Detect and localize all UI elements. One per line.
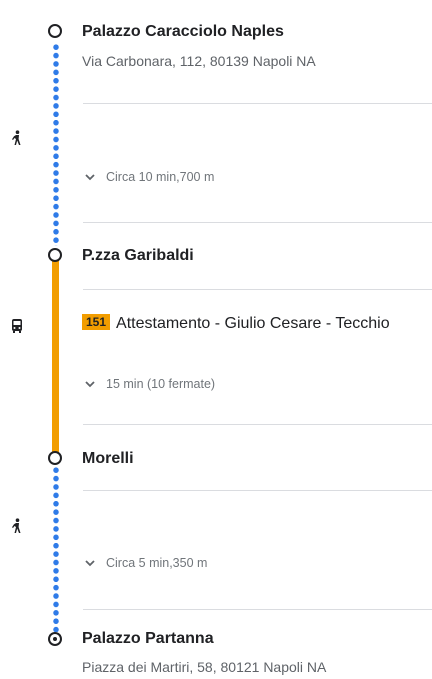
chevron-down-icon (85, 174, 95, 181)
separator (83, 490, 432, 491)
alight-stop-title[interactable]: Morelli (82, 450, 134, 468)
bus-detail: 15 min (10 fermate) (106, 377, 216, 391)
walk2-detail: Circa 5 min,350 m (106, 556, 208, 570)
chevron-down-icon (85, 560, 95, 567)
bus-expand[interactable]: 15 min (10 fermate) (84, 377, 215, 391)
walk1-expand[interactable]: Circa 10 min,700 m (84, 170, 214, 184)
start-title[interactable]: Palazzo Caracciolo Naples (82, 23, 284, 41)
start-stop-marker (48, 24, 62, 38)
board-stop-title[interactable]: P.zza Garibaldi (82, 247, 194, 265)
walk-icon (12, 518, 21, 533)
bus-route-line (52, 259, 59, 454)
bus-headsign: Attestamento - Giulio Cesare - Tecchio (116, 315, 390, 332)
walk2-expand[interactable]: Circa 5 min,350 m (84, 556, 207, 570)
destination-marker (48, 632, 62, 646)
bus-line-info[interactable]: 151 Attestamento - Giulio Cesare - Tecchi… (82, 313, 412, 334)
walk-icon (12, 130, 21, 145)
destination-address: Piazza dei Martiri, 58, 80121 Napoli NA (82, 659, 327, 675)
alight-stop-marker (48, 451, 62, 465)
separator (83, 609, 432, 610)
walk1-detail: Circa 10 min,700 m (106, 170, 215, 184)
walking-route-line-2 (53, 466, 59, 632)
separator (83, 222, 432, 223)
bus-icon (12, 319, 22, 333)
walking-route-line-1 (53, 43, 59, 246)
destination-title[interactable]: Palazzo Partanna (82, 630, 214, 648)
separator (83, 103, 432, 104)
separator (83, 424, 432, 425)
separator (83, 289, 432, 290)
bus-line-badge: 151 (82, 314, 111, 330)
start-address: Via Carbonara, 112, 80139 Napoli NA (82, 53, 316, 69)
chevron-down-icon (85, 381, 95, 388)
board-stop-marker (48, 248, 62, 262)
